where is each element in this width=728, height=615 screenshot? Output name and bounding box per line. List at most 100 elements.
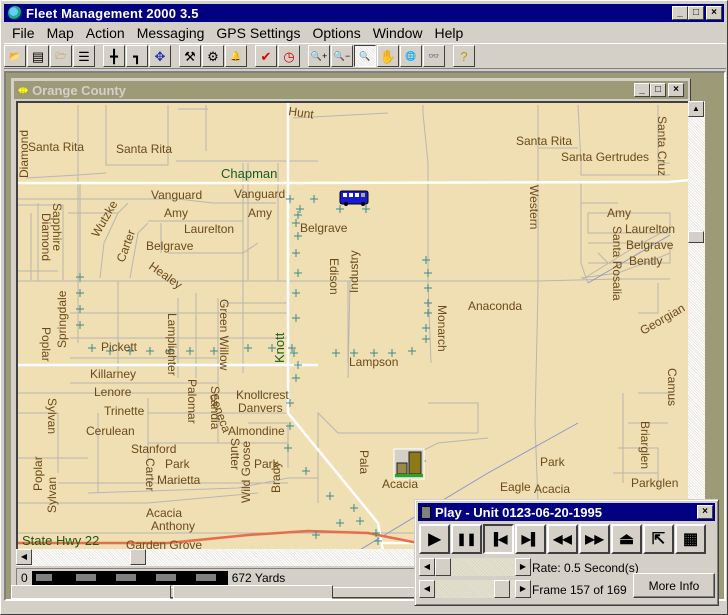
title-bar[interactable]: Fleet Management 2000 3.5 _ □ × bbox=[4, 4, 724, 22]
street-label: Wild Goose bbox=[239, 441, 253, 503]
properties-icon: ▦ bbox=[682, 531, 699, 548]
street-label: Danvers bbox=[238, 401, 283, 415]
gps-point bbox=[326, 492, 334, 500]
map-canvas[interactable]: Santa Rita Santa Rita Hunt Scandia Diamo… bbox=[16, 101, 688, 549]
menu-file[interactable]: File bbox=[4, 25, 41, 41]
maximize-button[interactable]: □ bbox=[688, 6, 704, 20]
menu-gps-settings[interactable]: GPS Settings bbox=[210, 25, 306, 41]
menu-options[interactable]: Options bbox=[306, 25, 366, 41]
globe-button[interactable]: 🌐 bbox=[400, 45, 422, 67]
gears-button[interactable]: ⚙ bbox=[202, 45, 224, 67]
check-button[interactable]: ✔ bbox=[255, 45, 277, 67]
app-window: Fleet Management 2000 3.5 _ □ × File Map… bbox=[0, 0, 728, 615]
map-minimize-button[interactable]: _ bbox=[634, 83, 650, 97]
help-button[interactable]: ? bbox=[453, 45, 475, 67]
rewind-button[interactable]: ◀◀ bbox=[547, 524, 578, 554]
frame-forward-button[interactable]: ▶ bbox=[515, 580, 531, 598]
street-label: Anaconda bbox=[468, 299, 522, 313]
gps-point bbox=[422, 324, 430, 332]
gps-point bbox=[76, 273, 84, 281]
route-path-button[interactable]: ┓ bbox=[126, 45, 148, 67]
street-label: Carter bbox=[114, 228, 139, 264]
minimized-window-1[interactable] bbox=[11, 585, 171, 599]
street-label: Camus bbox=[665, 368, 679, 406]
check-icon: ✔ bbox=[260, 48, 272, 64]
menu-help[interactable]: Help bbox=[429, 25, 470, 41]
list-button[interactable]: ☰ bbox=[73, 45, 95, 67]
bus-icon[interactable] bbox=[339, 190, 369, 206]
minimize-button[interactable]: _ bbox=[672, 6, 688, 20]
play-window-title-bar[interactable]: Play - Unit 0123-06-20-1995 × bbox=[418, 503, 715, 521]
map-close-button[interactable]: × bbox=[668, 83, 684, 97]
gps-point bbox=[186, 347, 194, 355]
play-close-button[interactable]: × bbox=[697, 505, 713, 519]
rate-slider[interactable]: ◀ ▶ bbox=[419, 557, 531, 577]
app-title: Fleet Management 2000 3.5 bbox=[26, 5, 199, 21]
minimized-window-2[interactable] bbox=[173, 585, 333, 599]
frame-back-button[interactable]: ◀ bbox=[419, 580, 435, 598]
last-frame-button[interactable]: ▶▌ bbox=[515, 524, 546, 554]
play-button[interactable]: ▶ bbox=[419, 524, 450, 554]
open-folder-button[interactable]: 📂 bbox=[4, 45, 26, 67]
building-icon[interactable] bbox=[393, 448, 425, 480]
clock-button[interactable]: ◷ bbox=[278, 45, 300, 67]
gps-point bbox=[76, 305, 84, 313]
move-arrows-button[interactable]: ✥ bbox=[149, 45, 171, 67]
pan-hand-button[interactable]: ✋ bbox=[377, 45, 399, 67]
vehicle-disabled-icon: ▤ bbox=[31, 48, 45, 64]
street-label: Acacia bbox=[534, 482, 570, 496]
binoculars-button[interactable]: 👓 bbox=[423, 45, 445, 67]
map-window-title-bar[interactable]: ⇹ Orange County _ □ × bbox=[14, 81, 688, 99]
eject-button[interactable]: ⏏ bbox=[611, 524, 642, 554]
vertical-scroll-thumb[interactable] bbox=[688, 231, 704, 243]
gps-point bbox=[210, 347, 218, 355]
route-fork-button[interactable]: ╋ bbox=[103, 45, 125, 67]
rate-decrease-button[interactable]: ◀ bbox=[419, 558, 435, 576]
scale-end-label: 672 Yards bbox=[231, 571, 286, 585]
street-label: Marietta bbox=[157, 473, 201, 487]
zoom-out-button[interactable]: 🔍− bbox=[331, 45, 353, 67]
frame-label: Frame 157 of 169 bbox=[532, 583, 627, 597]
menu-messaging[interactable]: Messaging bbox=[131, 25, 211, 41]
close-button[interactable]: × bbox=[706, 6, 722, 20]
gps-point bbox=[292, 314, 300, 322]
export-button[interactable]: ⇱ bbox=[643, 524, 674, 554]
street-label: Springdale bbox=[55, 290, 69, 348]
rate-thumb[interactable] bbox=[435, 558, 451, 576]
street-label: Poplar bbox=[39, 327, 53, 362]
more-info-button[interactable]: More Info bbox=[633, 573, 715, 598]
play-icon: ▶ bbox=[428, 531, 441, 548]
map-window-controls: _ □ × bbox=[634, 83, 684, 97]
frame-slider[interactable]: ◀ ▶ bbox=[419, 579, 531, 599]
minor-streets bbox=[18, 104, 671, 534]
menu-window[interactable]: Window bbox=[367, 25, 429, 41]
street-label: Laurelton bbox=[184, 222, 234, 236]
fast-forward-button[interactable]: ▶▶ bbox=[579, 524, 610, 554]
menu-map[interactable]: Map bbox=[41, 25, 80, 41]
first-frame-button[interactable]: ▐◀ bbox=[483, 524, 514, 554]
map-maximize-button[interactable]: □ bbox=[650, 83, 666, 97]
vehicle-disabled-button[interactable]: ▤ bbox=[27, 45, 49, 67]
gps-point bbox=[336, 205, 344, 213]
gps-point bbox=[424, 284, 432, 292]
frame-thumb[interactable] bbox=[494, 580, 511, 598]
pause-button[interactable]: ❚❚ bbox=[451, 524, 482, 554]
zoom-select-button[interactable]: 🔍 bbox=[354, 45, 376, 67]
route-path-icon: ┓ bbox=[133, 48, 141, 64]
zoom-select-icon: 🔍 bbox=[359, 50, 371, 61]
bell-button[interactable]: 🔔 bbox=[225, 45, 247, 67]
fast-forward-icon: ▶▶ bbox=[585, 532, 604, 546]
properties-button[interactable]: ▦ bbox=[675, 524, 706, 554]
street-label: Killarney bbox=[90, 367, 136, 381]
horizontal-scroll-thumb[interactable] bbox=[130, 549, 146, 565]
scroll-left-button[interactable]: ◀ bbox=[16, 549, 32, 565]
map-vertical-scrollbar[interactable]: ▲ bbox=[688, 101, 705, 549]
play-window: Play - Unit 0123-06-20-1995 × ▶ ❚❚ ▐◀ ▶▌ ◀◀ ▶… bbox=[414, 499, 719, 606]
tools-button[interactable]: ⚒ bbox=[179, 45, 201, 67]
rate-increase-button[interactable]: ▶ bbox=[515, 558, 531, 576]
scroll-up-button[interactable]: ▲ bbox=[688, 101, 704, 117]
zoom-in-button[interactable]: 🔍+ bbox=[308, 45, 330, 67]
gps-point bbox=[408, 347, 416, 355]
open-map-button[interactable]: 🗁 bbox=[50, 45, 72, 67]
menu-action[interactable]: Action bbox=[80, 25, 131, 41]
